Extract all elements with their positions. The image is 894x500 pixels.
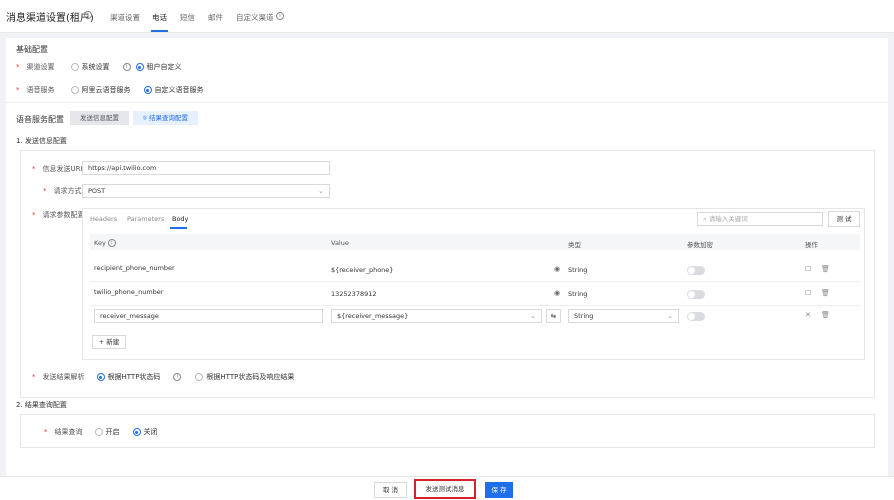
swap-icon[interactable]: ⇆ [546,309,561,323]
url-input[interactable]: https://api.twilio.com [82,161,330,175]
col-value: Value [331,239,349,247]
radio-system-setting[interactable]: 系统设置 [70,62,110,72]
method-select[interactable]: POST ⌄ [82,184,330,198]
query-label: 结果查询 [54,428,83,436]
radio-http-status[interactable]: 根据HTTP状态码 [96,372,160,382]
voice-config-title: 语音服务配置 [16,115,64,124]
url-label-row: * 信息发送URL [32,165,85,173]
body-tab-indicator [170,227,187,229]
footer-bar: 取 消 发送测试消息 保 存 [0,476,894,500]
close-icon[interactable]: ✕ [805,311,811,319]
encrypt-toggle[interactable] [687,290,705,299]
tab-email[interactable]: 邮件 [208,12,223,23]
step-indicator: 发送信息配置 ⌾ 结果查询配置 [70,111,198,125]
content-panel: 基础配置 * 渠道设置 系统设置 i 租户自定义 * 语音服务 阿里云语音服务 自定… [6,38,888,476]
row-value: 13252378912 [331,290,377,298]
radio-query-on[interactable]: 开启 [94,427,120,437]
tab-channel-settings[interactable]: 渠道设置 [110,12,140,23]
tab-parameters[interactable]: Parameters [127,215,164,223]
info-icon: i [107,239,116,247]
radio-icon [70,63,79,71]
search-input[interactable]: ⌕ 请输入关键词 [697,212,823,226]
query-row: * 结果查询 开启 关闭 [44,427,158,437]
step-send-config[interactable]: 发送信息配置 [70,111,129,125]
value-select[interactable]: ${receiver_message} ⌄ [331,309,542,323]
params-label-row: * 请求参数配置 [32,211,85,219]
send-config-title: 1. 发送信息配置 [16,137,67,145]
radio-icon [70,86,79,94]
info-icon[interactable]: i [173,373,182,381]
top-bar: 消息渠道设置(租户) i 渠道设置 电话 短信 邮件 自定义渠道 i [0,0,894,33]
test-button[interactable]: 测 试 [828,211,860,227]
radio-icon [94,428,103,436]
divider [6,102,888,103]
row-key: recipient_phone_number [94,264,175,272]
edit-icon[interactable]: ☐ [805,289,811,297]
info-icon[interactable]: i [122,63,131,71]
row-type: String [568,290,588,298]
cancel-button[interactable]: 取 消 [374,482,407,498]
chevron-down-icon: ⌄ [318,187,324,195]
method-label-row: * 请求方式 [43,187,82,195]
method-value: POST [88,187,106,195]
tab-body[interactable]: Body [172,215,188,223]
parse-label: 发送结果解析 [42,373,85,381]
eye-icon[interactable]: ◉ [554,289,560,297]
encrypt-toggle[interactable] [687,312,705,321]
parse-row: * 发送结果解析 根据HTTP状态码 i 根据HTTP状态码及响应结果 [32,372,295,382]
chevron-down-icon: ⌄ [667,312,673,320]
col-actions: 操作 [805,241,818,249]
chevron-down-icon: ⌄ [530,312,536,320]
type-select[interactable]: String ⌄ [568,309,679,323]
tab-custom-channel[interactable]: 自定义渠道 [236,12,274,23]
info-icon[interactable]: i [276,12,284,20]
eye-icon[interactable]: ◉ [554,265,560,273]
table-header [90,234,860,250]
delete-icon[interactable]: 🗑 [821,265,830,273]
radio-aliyun-voice[interactable]: 阿里云语音服务 [70,85,131,95]
row-type: String [568,266,588,274]
col-type: 类型 [568,241,581,249]
tab-phone[interactable]: 电话 [152,12,167,23]
params-label: 请求参数配置 [42,211,85,219]
radio-custom-voice[interactable]: 自定义语音服务 [143,85,204,95]
radio-tenant-custom[interactable]: 租户自定义 [135,62,182,72]
col-key: Key i [94,239,116,247]
encrypt-toggle[interactable] [687,266,705,275]
key-input[interactable]: receiver_message [94,309,323,323]
radio-checked-icon [96,373,105,381]
send-test-message-button[interactable]: 发送测试消息 [414,479,476,499]
basic-config-title: 基础配置 [16,45,48,54]
info-icon[interactable]: i [84,11,92,19]
params-panel [82,208,865,360]
voice-service-row: * 语音服务 阿里云语音服务 自定义语音服务 [16,85,204,95]
radio-icon [195,373,204,381]
channel-setting-label: 渠道设置 [26,63,55,71]
radio-checked-icon [135,63,144,71]
save-button[interactable]: 保 存 [485,482,513,498]
edit-icon[interactable]: ☐ [805,265,811,273]
radio-checked-icon [132,428,141,436]
channel-setting-row: * 渠道设置 系统设置 i 租户自定义 [16,62,182,72]
step-query-config[interactable]: ⌾ 结果查询配置 [133,111,198,125]
page-title: 消息渠道设置(租户) [6,13,94,24]
row-divider [90,305,860,306]
tab-sms[interactable]: 短信 [180,12,195,23]
row-divider [90,281,860,282]
method-label: 请求方式 [53,187,82,195]
delete-icon[interactable]: 🗑 [821,311,830,319]
row-key: twilio_phone_number [94,288,164,296]
radio-query-off[interactable]: 关闭 [132,427,158,437]
voice-service-label: 语音服务 [26,86,55,94]
col-encrypt: 参数加密 [687,241,713,249]
radio-checked-icon [143,86,152,94]
radio-http-status-response[interactable]: 根据HTTP状态码及响应结果 [195,372,294,382]
query-config-title: 2. 结果查询配置 [16,401,67,409]
add-row-button[interactable]: + 新建 [92,335,126,349]
tab-headers[interactable]: Headers [90,215,117,223]
active-tab-indicator [151,30,168,32]
row-value: ${receiver_phone} [331,266,394,274]
delete-icon[interactable]: 🗑 [821,289,830,297]
url-label: 信息发送URL [42,165,85,173]
